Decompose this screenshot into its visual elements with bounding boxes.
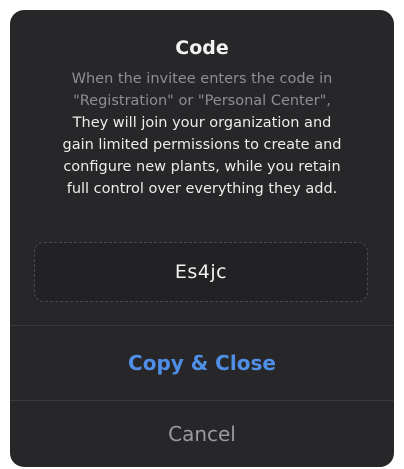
description-line-6: full control over everything they add. [66,181,338,197]
dialog-header: Code When the invitee enters the code in… [10,10,394,200]
dialog-title: Code [175,37,229,59]
description-line-2: "Registration" or "Personal Center", [73,93,331,109]
description-line-5: configure new plants, while you retain [63,159,341,175]
description-line-4: gain limited permissions to create and [62,137,342,153]
copy-and-close-button[interactable]: Copy & Close [10,326,394,400]
description-line-1: When the invitee enters the code in [71,71,333,87]
dialog-description: When the invitee enters the code in "Reg… [26,68,378,200]
invite-code-dialog: Code When the invitee enters the code in… [10,10,394,467]
description-line-3: They will join your organization and [72,115,332,131]
cancel-button[interactable]: Cancel [10,401,394,467]
invite-code-box[interactable]: Es4jc [34,242,368,302]
invite-code-value: Es4jc [174,261,228,283]
